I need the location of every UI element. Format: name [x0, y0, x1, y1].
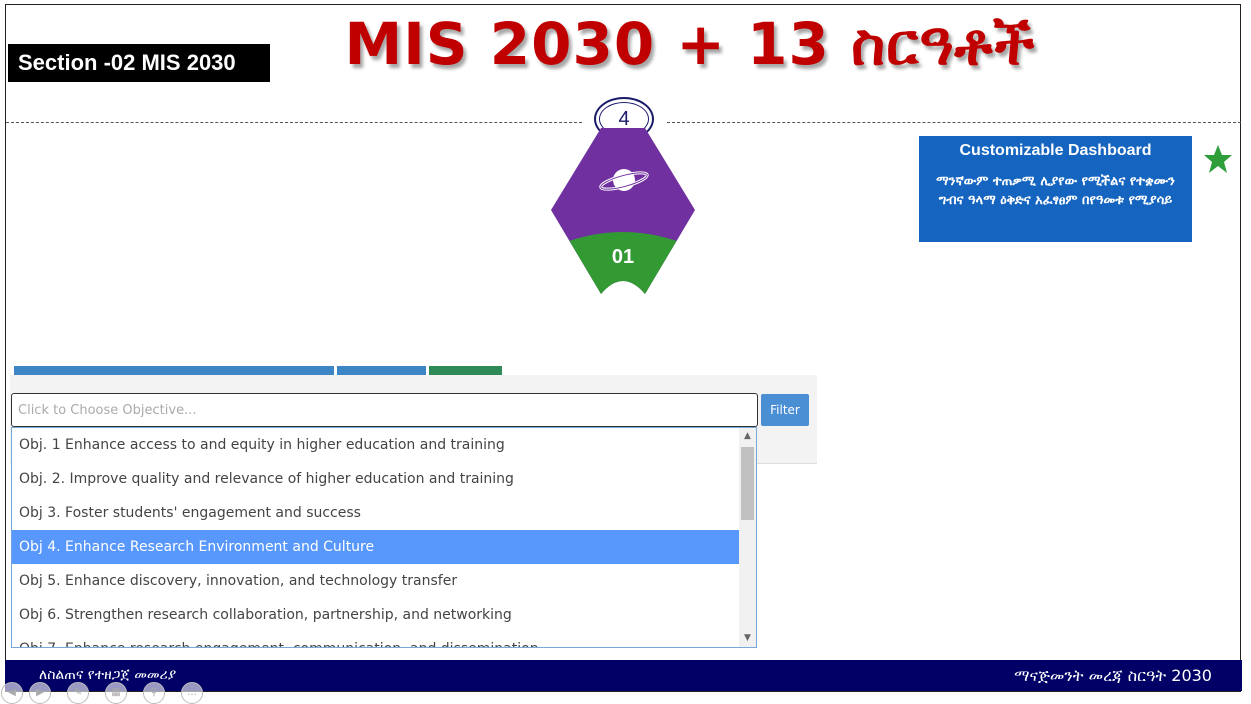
list-item[interactable]: Obj 6. Strengthen research collaboration…: [12, 598, 739, 632]
footer-right-text: ማናጅመንት መረጃ ስርዓት 2030: [1014, 666, 1212, 685]
list-item[interactable]: Obj 3. Foster students' engagement and s…: [12, 496, 739, 530]
list-item[interactable]: Obj. 2. Improve quality and relevance of…: [12, 462, 739, 496]
customizable-dashboard-card: Customizable Dashboard ማንኛውም ተጠቃሚ ሊያየው የ…: [919, 136, 1192, 242]
list-item[interactable]: Obj 7. Enhance research engagement, comm…: [12, 632, 739, 647]
hexagon-shape: [551, 128, 695, 294]
divider-line-left: [6, 122, 582, 123]
objective-select-input[interactable]: Click to Choose Objective...: [11, 393, 758, 427]
slideshow-play-icon[interactable]: ▶: [29, 682, 51, 704]
list-item-selected[interactable]: Obj 4. Enhance Research Environment and …: [12, 530, 739, 564]
slideshow-pen-icon[interactable]: ✎: [67, 682, 89, 704]
slideshow-back-icon[interactable]: ◀: [1, 682, 23, 704]
footer-left-text: ለስልጠና የተዘጋጀ መመሪያ: [39, 667, 177, 683]
list-item[interactable]: Obj 5. Enhance discovery, innovation, an…: [12, 564, 739, 598]
scroll-thumb[interactable]: [741, 447, 754, 520]
main-title: MIS 2030 + 13 ስርዓቶች: [344, 10, 1036, 78]
dashboard-card-description: ማንኛውም ተጠቃሚ ሊያየው የሚችልና የተቋሙን ግብና ዓላማ ዕቅድና…: [936, 174, 1175, 208]
hexagon-label: 01: [611, 246, 635, 268]
slideshow-zoom-icon[interactable]: ⚲: [143, 682, 165, 704]
section-badge: Section -02 MIS 2030: [8, 44, 270, 82]
divider-line-right: [667, 122, 1241, 123]
slideshow-grid-icon[interactable]: ▦: [105, 682, 127, 704]
slideshow-more-icon[interactable]: …: [181, 682, 203, 704]
dropdown-scrollbar[interactable]: ▲ ▼: [739, 428, 756, 647]
scroll-up-icon[interactable]: ▲: [739, 428, 756, 445]
filter-button[interactable]: Filter: [761, 394, 809, 426]
objective-dropdown-list[interactable]: Obj. 1 Enhance access to and equity in h…: [11, 427, 757, 648]
list-item[interactable]: Obj. 1 Enhance access to and equity in h…: [12, 428, 739, 462]
scroll-down-icon[interactable]: ▼: [739, 630, 756, 647]
hexagon-badge: 01: [551, 128, 695, 298]
star-icon: [1204, 145, 1232, 173]
dashboard-card-title: Customizable Dashboard: [959, 142, 1152, 159]
planet-icon: [599, 169, 649, 191]
